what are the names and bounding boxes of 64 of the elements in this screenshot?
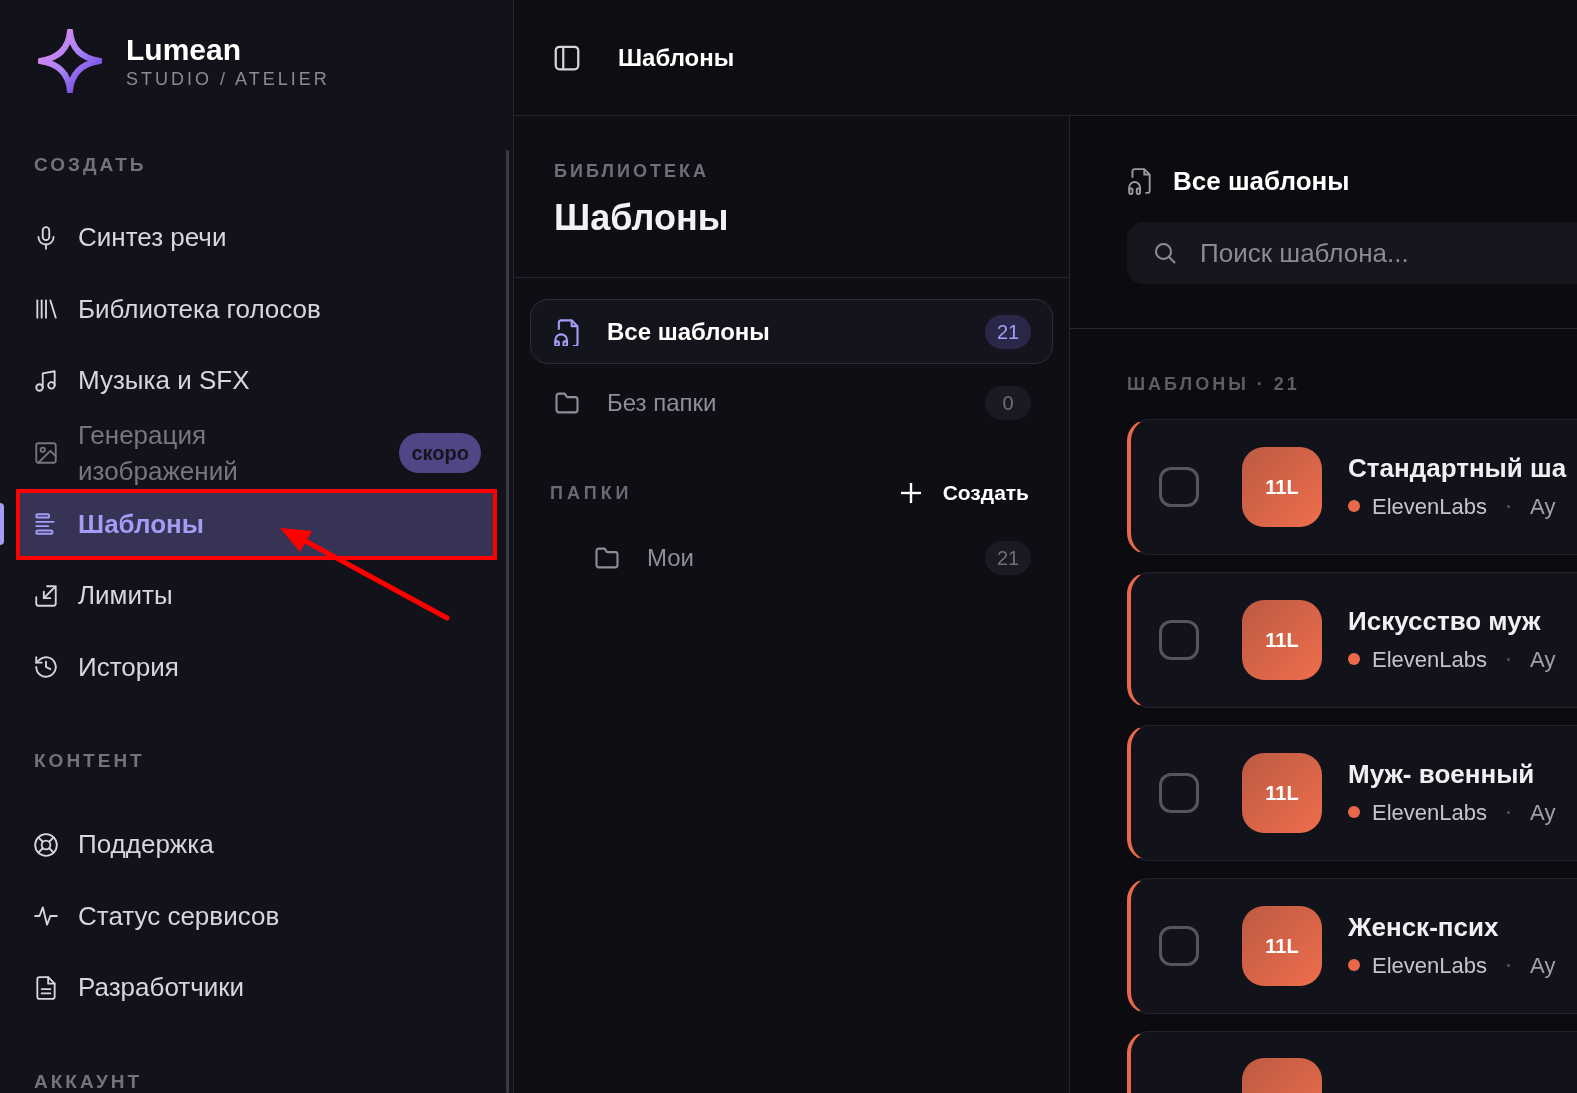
brand-tagline: STUDIO / ATELIER [126, 68, 330, 90]
count-badge: 21 [985, 314, 1031, 349]
document-headphones-icon [1127, 167, 1153, 195]
create-folder-button[interactable]: Создать [898, 477, 1029, 509]
lifebuoy-icon [33, 831, 59, 858]
image-icon [33, 439, 59, 466]
provider-logo: 11L [1242, 600, 1322, 680]
section-label: СОЗДАТЬ [33, 153, 147, 177]
template-title: Муж- военный [1348, 757, 1536, 790]
template-category: Ау [1530, 492, 1556, 521]
nav-item[interactable]: Музыка и SFX [16, 345, 497, 417]
checkbox[interactable] [1159, 620, 1199, 660]
provider-name: ElevenLabs [1372, 798, 1487, 827]
history-icon [33, 654, 59, 681]
section-label: БИБЛИОТЕКА [554, 160, 710, 182]
page-title: Шаблоны [618, 42, 735, 73]
filter-item[interactable]: Все шаблоны 21 [530, 299, 1053, 364]
provider-name: ElevenLabs [1372, 492, 1487, 521]
plus-icon [898, 481, 923, 505]
active-indicator [0, 502, 4, 545]
nav-item[interactable]: Разработчики [16, 952, 497, 1024]
template-card[interactable]: 11L Искусство муж ElevenLabs Ау [1127, 572, 1577, 708]
folder-item[interactable]: Мои 21 [570, 525, 1053, 590]
music-note-icon [33, 367, 59, 394]
count-badge: 0 [985, 385, 1031, 420]
nav-item[interactable]: Библиотека голосов [16, 273, 497, 345]
provider-name: ElevenLabs [1372, 951, 1487, 980]
count-badge: 21 [985, 540, 1031, 575]
logo-icon [38, 29, 102, 93]
nav-item[interactable]: Статус сервисов [16, 880, 497, 952]
template-category: Ау [1530, 798, 1556, 827]
search-icon [1153, 241, 1177, 265]
provider-name: ElevenLabs [1372, 645, 1487, 674]
document-sliders-icon [33, 974, 59, 1001]
checkbox[interactable] [1159, 773, 1199, 813]
template-card[interactable]: 11L Муж- военный ElevenLabs Ау [1127, 725, 1577, 861]
filter-item[interactable]: Без папки 0 [530, 370, 1053, 435]
template-title: Искусство муж [1348, 604, 1542, 637]
section-label: АККАУНТ [33, 1069, 143, 1093]
library-title: Шаблоны [554, 196, 730, 240]
template-title: Женск-псих [1348, 910, 1500, 943]
brand-name: Lumean [126, 32, 243, 68]
search-field[interactable]: Поиск шаблона... [1127, 222, 1577, 284]
checkbox[interactable] [1159, 467, 1199, 507]
nav-item[interactable]: История [16, 631, 497, 703]
template-category: Ау [1530, 645, 1556, 674]
template-category: Ау [1530, 951, 1556, 980]
template-card[interactable]: 11L Женск-псих ElevenLabs Ау [1127, 878, 1577, 1014]
arrow-in-box-icon [33, 582, 59, 609]
section-label: ПАПКИ [550, 481, 633, 505]
provider-logo: 11L [1242, 906, 1322, 986]
list-title: Все шаблоны [1173, 164, 1350, 198]
section-label: ШАБЛОНЫ · 21 [1127, 373, 1300, 395]
provider-logo: 11L [1242, 753, 1322, 833]
template-card[interactable]: 11L Стандартный ша ElevenLabs Ау [1127, 419, 1577, 555]
nav-item[interactable]: Лимиты [16, 560, 497, 632]
provider-logo: 11L [1242, 447, 1322, 527]
soon-badge: скоро [399, 432, 481, 473]
nav-item[interactable]: Поддержка [16, 809, 497, 881]
section-label: КОНТЕНТ [33, 749, 145, 773]
checkbox[interactable] [1159, 926, 1199, 966]
template-title: Стандартный ша [1348, 451, 1567, 484]
nav-item[interactable]: Синтез речи [16, 202, 497, 274]
document-headphones-icon [553, 317, 581, 346]
